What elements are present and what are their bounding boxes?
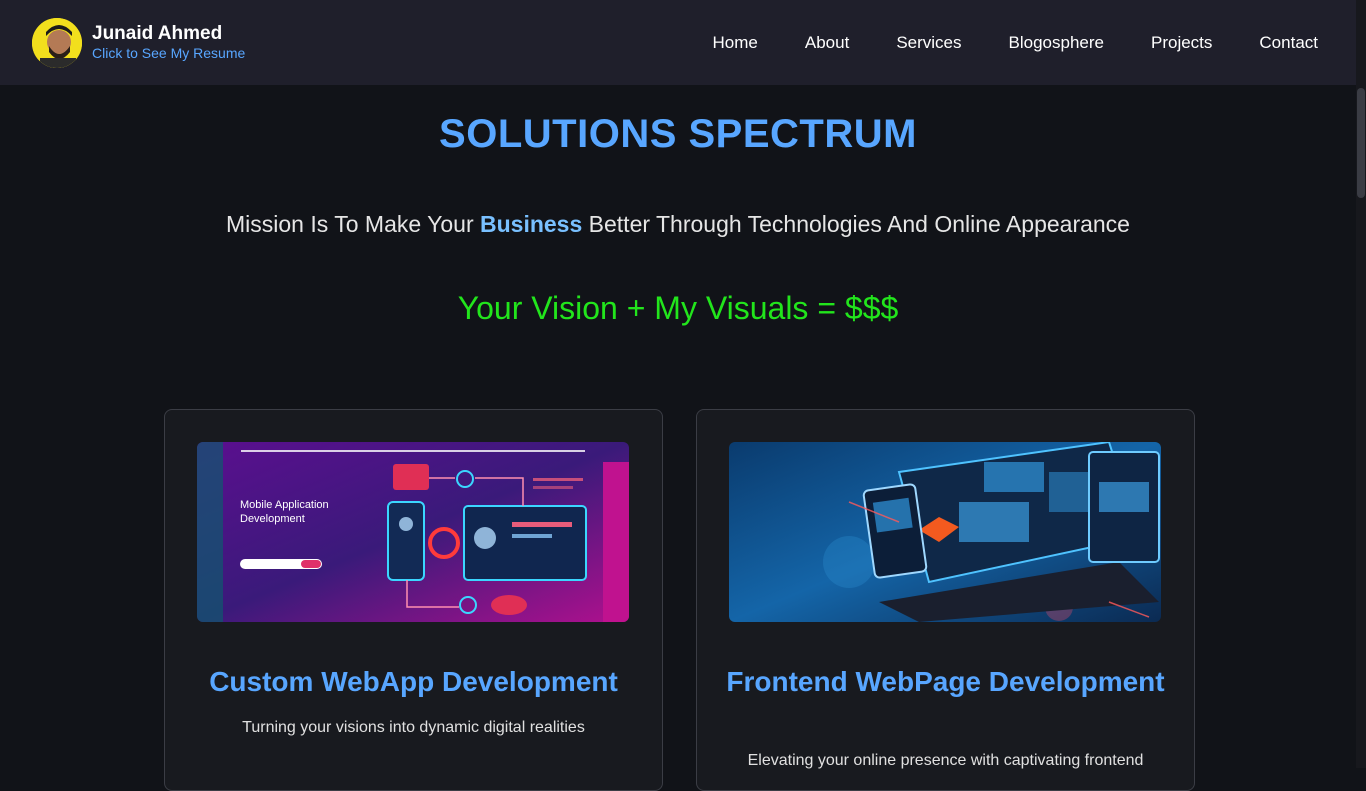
avatar[interactable] [32, 17, 82, 68]
avatar-portrait-icon [32, 17, 82, 68]
scrollbar[interactable] [1356, 0, 1366, 768]
frontend-illustration [729, 442, 1161, 622]
mission-text-end: Better Through Technologies And Online A… [582, 211, 1130, 237]
devices-illustration-icon [729, 442, 1161, 622]
card-description-frontend: Elevating your online presence with capt… [747, 752, 1144, 769]
service-card-webapp[interactable]: Mobile Application Development Custom We… [164, 409, 663, 791]
scrollbar-thumb[interactable] [1357, 88, 1365, 198]
nav-about[interactable]: About [805, 33, 849, 53]
nav-menu: Home About Services Blogosphere Projects… [666, 33, 1318, 53]
card-title-webapp: Custom WebApp Development [209, 666, 618, 697]
card-title-frontend: Frontend WebPage Development [726, 666, 1165, 697]
top-navbar: Junaid Ahmed Click to See My Resume Home… [0, 0, 1356, 85]
service-card-frontend[interactable]: Frontend WebPage Development Elevating y… [696, 409, 1195, 791]
section-title: SOLUTIONS SPECTRUM [439, 112, 917, 156]
tagline: Your Vision + My Visuals = $$$ [457, 290, 899, 326]
brand-name: Junaid Ahmed [92, 23, 223, 44]
resume-link[interactable]: Click to See My Resume [92, 45, 245, 62]
webapp-illustration: Mobile Application Development [197, 442, 629, 622]
mission-statement: Mission Is To Make Your Business Better … [0, 211, 1356, 238]
nav-blogosphere[interactable]: Blogosphere [1009, 33, 1104, 53]
image-caption: Mobile Application Development [240, 499, 329, 525]
nav-services[interactable]: Services [896, 33, 961, 53]
nav-home[interactable]: Home [713, 33, 758, 53]
mission-text-start: Mission Is To Make Your [226, 211, 480, 237]
mission-highlight: Business [480, 211, 583, 237]
card-description-webapp: Turning your visions into dynamic digita… [242, 719, 585, 736]
nav-projects[interactable]: Projects [1151, 33, 1212, 53]
mobile-app-illustration-icon [197, 442, 629, 622]
brand[interactable]: Junaid Ahmed Click to See My Resume [32, 17, 245, 68]
nav-contact[interactable]: Contact [1259, 33, 1318, 53]
